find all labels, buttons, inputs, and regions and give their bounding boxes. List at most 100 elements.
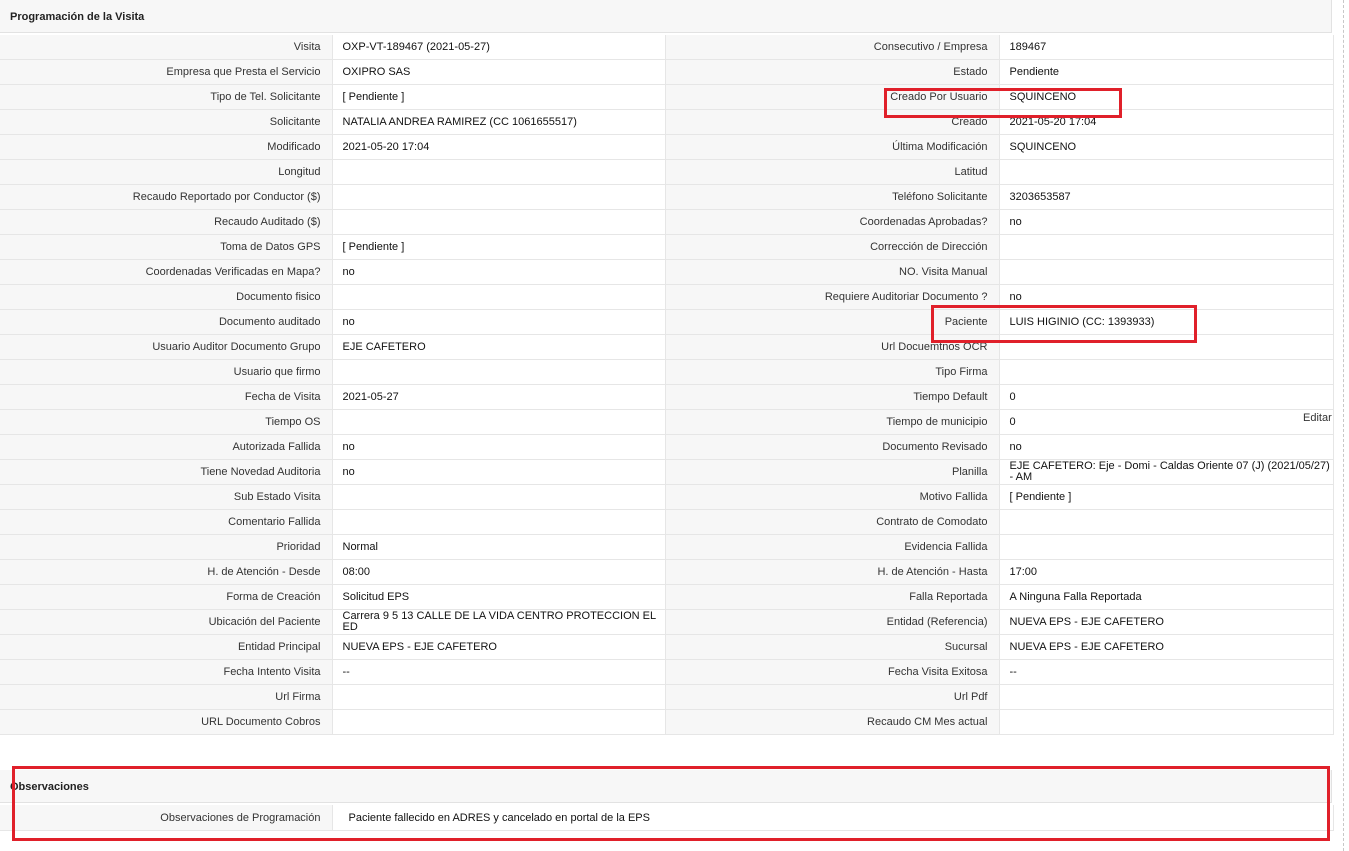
field-value: EJE CAFETERO [332, 334, 666, 360]
field-label: Fecha de Visita [0, 384, 333, 410]
field-label: Tiempo de municipio [665, 409, 1000, 435]
table-row: Documento auditado no Paciente LUIS HIGINI… [0, 309, 1334, 335]
table-row: Usuario que firmo Tipo Firma [0, 359, 1334, 385]
field-value: LUIS HIGINIO (CC: 1393933) [999, 309, 1334, 335]
field-value: no [999, 434, 1334, 460]
field-value: EJE CAFETERO: Eje - Domi - Caldas Orient… [999, 459, 1334, 485]
table-row: Forma de Creación Solicitud EPS Falla Repo… [0, 584, 1334, 610]
field-value [999, 259, 1334, 285]
table-row: Visita OXP-VT-189467 (2021-05-27) Consecut… [0, 35, 1334, 60]
table-row: Coordenadas Verificadas en Mapa? no NO. V… [0, 259, 1334, 285]
field-label: Autorizada Fallida [0, 434, 333, 460]
table-row: URL Documento Cobros Recaudo CM Mes actua… [0, 709, 1334, 735]
field-label: URL Documento Cobros [0, 709, 333, 735]
field-value: NUEVA EPS - EJE CAFETERO [999, 634, 1334, 660]
field-label: Recaudo CM Mes actual [665, 709, 1000, 735]
table-row: Prioridad Normal Evidencia Fallida [0, 534, 1334, 560]
field-value: -- [999, 659, 1334, 685]
field-value: [ Pendiente ] [332, 84, 666, 110]
field-label: Falla Reportada [665, 584, 1000, 610]
field-value [999, 684, 1334, 710]
table-row: Tipo de Tel. Solicitante[ Pendiente ] Cre… [0, 84, 1334, 110]
field-label: Documento auditado [0, 309, 333, 335]
table-row: Toma de Datos GPS[ Pendiente ] Corrección… [0, 234, 1334, 260]
table-row: Ubicación del Paciente Carrera 9 5 13 CAL… [0, 609, 1334, 635]
section-header: Programación de la Visita [0, 0, 1332, 33]
field-label: Fecha Visita Exitosa [665, 659, 1000, 685]
field-value [332, 284, 666, 310]
field-value: no [332, 459, 666, 485]
field-value [332, 484, 666, 510]
field-value [332, 409, 666, 435]
field-label: Contrato de Comodato [665, 509, 1000, 535]
field-label: H. de Atención - Hasta [665, 559, 1000, 585]
table-row: Recaudo Reportado por Conductor ($) Teléf… [0, 184, 1334, 210]
field-value [999, 709, 1334, 735]
field-label: Última Modificación [665, 134, 1000, 160]
field-label: Modificado [0, 134, 333, 160]
field-label: Empresa que Presta el Servicio [0, 59, 333, 85]
field-value [332, 159, 666, 185]
field-label: Latitud [665, 159, 1000, 185]
table-row: Recaudo Auditado ($) Coordenadas Aprobada… [0, 209, 1334, 235]
field-label: Comentario Fallida [0, 509, 333, 535]
field-label: Url Firma [0, 684, 333, 710]
field-value [999, 234, 1334, 260]
table-row: Solicitante NATALIA ANDREA RAMIREZ (CC 10… [0, 109, 1334, 135]
field-value: 3203653587 [999, 184, 1334, 210]
table-row: Empresa que Presta el Servicio OXIPRO SAS… [0, 59, 1334, 85]
field-value: NATALIA ANDREA RAMIREZ (CC 1061655517) [332, 109, 666, 135]
table-row: Modificado 2021-05-20 17:04 Última Modific… [0, 134, 1334, 160]
field-label: Tiempo Default [665, 384, 1000, 410]
field-value [999, 334, 1334, 360]
table-row: Autorizada Fallida no Documento Revisado … [0, 434, 1334, 460]
table-row: Observaciones de Programación Paciente f… [0, 805, 1334, 831]
field-value: [ Pendiente ] [999, 484, 1334, 510]
field-value [332, 184, 666, 210]
field-label: Coordenadas Aprobadas? [665, 209, 1000, 235]
field-value: 189467 [999, 35, 1334, 60]
field-label: Entidad (Referencia) [665, 609, 1000, 635]
field-label: Longitud [0, 159, 333, 185]
table-row: Sub Estado Visita Motivo Fallida[ Pendien… [0, 484, 1334, 510]
field-value: Solicitud EPS [332, 584, 666, 610]
field-label: Solicitante [0, 109, 333, 135]
field-value: 17:00 [999, 559, 1334, 585]
table-row: Fecha de Visita 2021-05-27 Tiempo Default… [0, 384, 1334, 410]
field-value [999, 159, 1334, 185]
field-value [332, 209, 666, 235]
field-label: NO. Visita Manual [665, 259, 1000, 285]
field-label: Teléfono Solicitante [665, 184, 1000, 210]
table-row: Documento fisico Requiere Auditoriar Docu… [0, 284, 1334, 310]
field-value: -- [332, 659, 666, 685]
field-value [999, 359, 1334, 385]
field-value [332, 509, 666, 535]
field-label: Url Pdf [665, 684, 1000, 710]
visit-details-table: Visita OXP-VT-189467 (2021-05-27) Consecut… [0, 35, 1334, 735]
table-row: Tiene Novedad Auditoria no Planilla EJE CA… [0, 459, 1334, 485]
field-value: Pendiente [999, 59, 1334, 85]
scrollbar[interactable] [1343, 0, 1344, 851]
table-row: H. de Atención - Desde 08:00 H. de Atenció… [0, 559, 1334, 585]
field-label: Sub Estado Visita [0, 484, 333, 510]
field-value [332, 684, 666, 710]
field-value: 2021-05-20 17:04 [332, 134, 666, 160]
table-row: Tiempo OS Tiempo de municipio 0 [0, 409, 1334, 435]
field-value: 0 [999, 384, 1334, 410]
field-value: A Ninguna Falla Reportada [999, 584, 1334, 610]
field-value: NUEVA EPS - EJE CAFETERO [332, 634, 666, 660]
field-value: no [999, 284, 1334, 310]
field-label: Usuario Auditor Documento Grupo [0, 334, 333, 360]
field-label: Paciente [665, 309, 1000, 335]
field-value: SQUINCENO [999, 84, 1334, 110]
observations-title: Observaciones [10, 781, 89, 793]
field-value: no [999, 209, 1334, 235]
field-value: OXIPRO SAS [332, 59, 666, 85]
field-label: Tiene Novedad Auditoria [0, 459, 333, 485]
field-label: Usuario que firmo [0, 359, 333, 385]
field-value: 08:00 [332, 559, 666, 585]
field-label: Tipo de Tel. Solicitante [0, 84, 333, 110]
field-label: Motivo Fallida [665, 484, 1000, 510]
field-label: Estado [665, 59, 1000, 85]
edit-link[interactable]: Editar [1303, 412, 1332, 424]
